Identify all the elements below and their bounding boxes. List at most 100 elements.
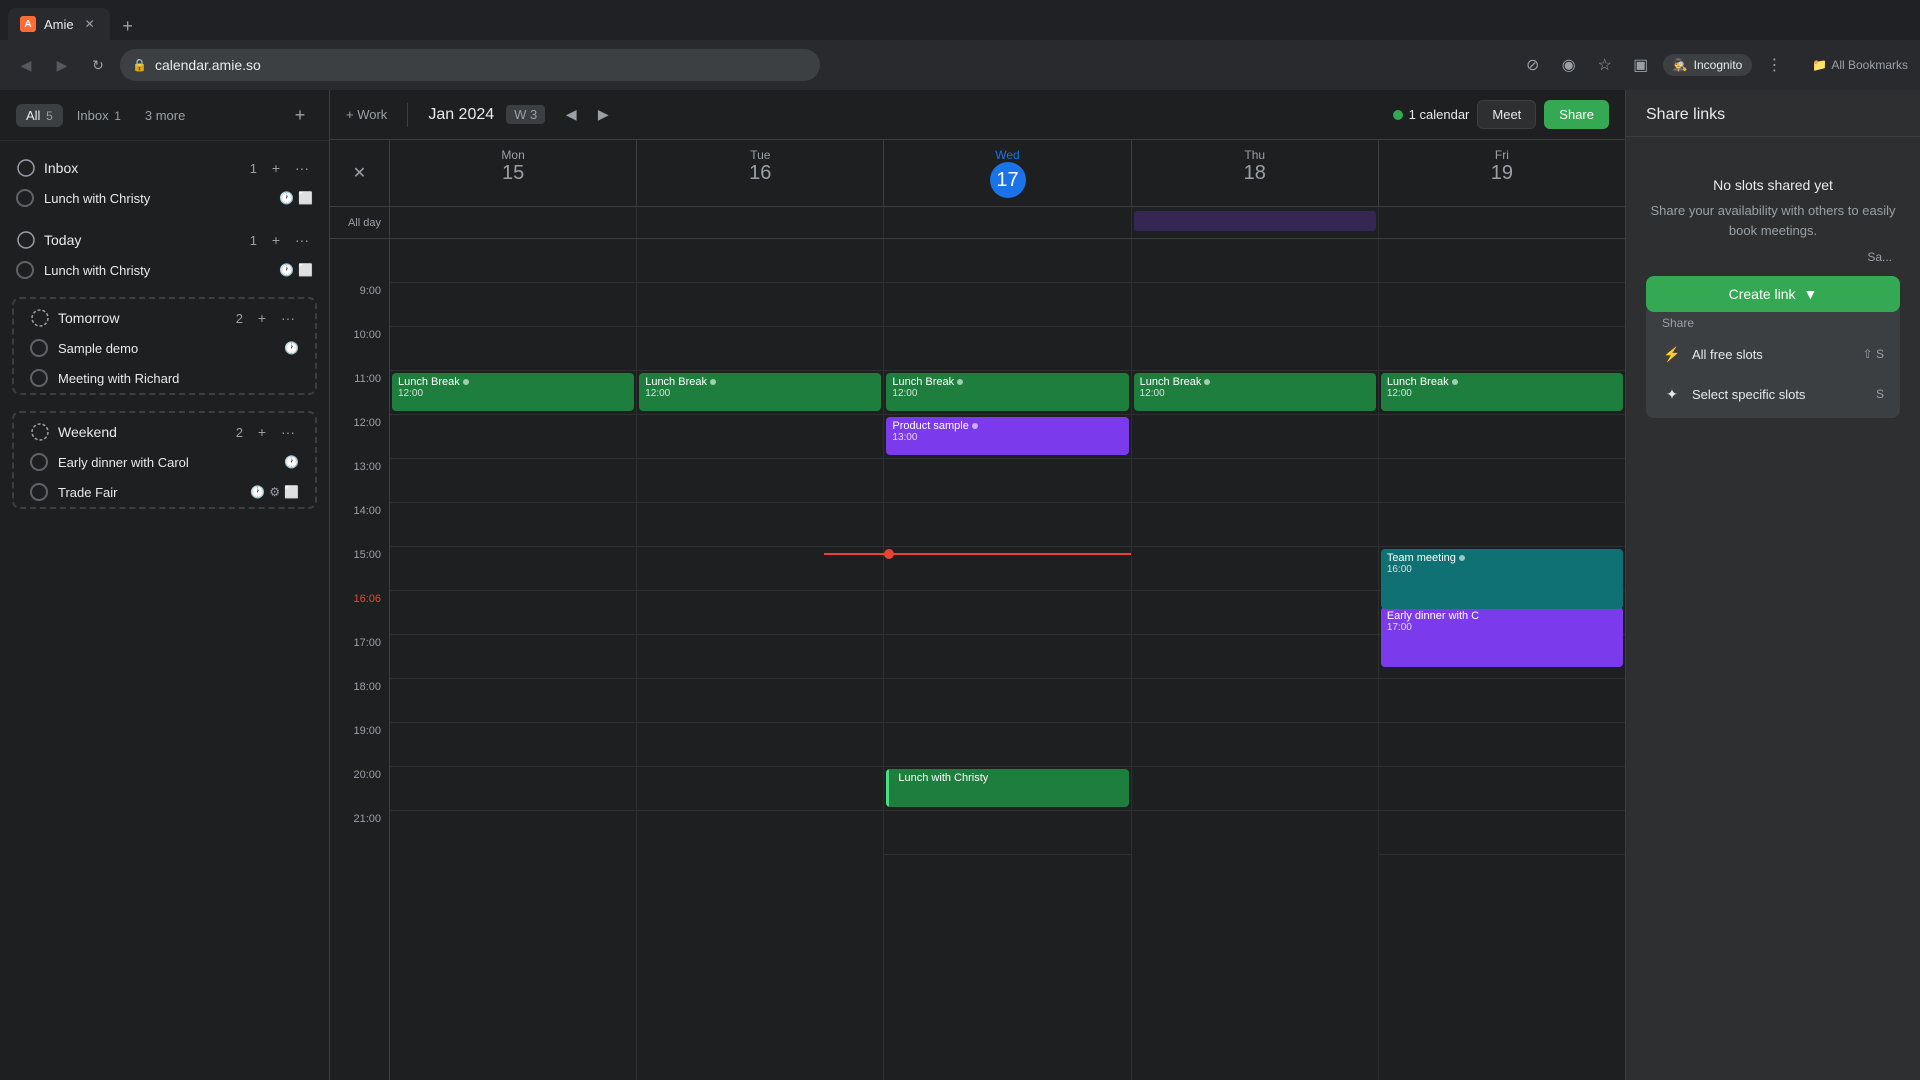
inbox-add-button[interactable]: + [265, 157, 287, 179]
weekend-more-button[interactable]: ··· [277, 421, 299, 443]
task-checkbox-trade-fair[interactable] [30, 483, 48, 501]
task-checkbox-meeting-richard[interactable] [30, 369, 48, 387]
time-20: 20:00 [330, 767, 389, 811]
tomorrow-more-button[interactable]: ··· [277, 307, 299, 329]
event-lunch-christy-wed[interactable]: Lunch with Christy [886, 769, 1128, 807]
camera-icon[interactable]: ◉ [1555, 51, 1583, 79]
close-work-section-button[interactable]: ✕ [353, 163, 366, 183]
incognito-badge[interactable]: 🕵 Incognito [1663, 54, 1753, 76]
sidebar-add-button[interactable]: + [287, 102, 313, 128]
sidebar-tab-inbox[interactable]: Inbox 1 [67, 104, 131, 127]
today-add-button[interactable]: + [265, 229, 287, 251]
event-team-meeting[interactable]: Team meeting 16:00 [1381, 549, 1623, 609]
active-tab[interactable]: A Amie ✕ [8, 8, 110, 40]
weekend-add-button[interactable]: + [251, 421, 273, 443]
day-column-fri[interactable]: Lunch Break 12:00 Team meeting 16:00 [1379, 239, 1625, 1080]
event-time-lunch-break-wed: 12:00 [892, 388, 1122, 399]
event-lunch-break-tue[interactable]: Lunch Break 12:00 [639, 373, 881, 411]
event-lunch-break-thu[interactable]: Lunch Break 12:00 [1134, 373, 1376, 411]
event-product-sample[interactable]: Product sample 13:00 [886, 417, 1128, 455]
tomorrow-add-button[interactable]: + [251, 307, 273, 329]
time-labels: 9:00 10:00 11:00 12:00 13:00 14:00 15:00… [330, 239, 390, 1080]
all-day-text: All day [348, 217, 381, 229]
share-option-specific-shortcut: S [1876, 387, 1884, 401]
address-bar[interactable]: 🔒 calendar.amie.so [120, 49, 820, 81]
task-icons-sample-demo: 🕐 [284, 341, 299, 355]
share-panel-title: Share links [1626, 90, 1920, 137]
day-column-wed[interactable]: Lunch Break 12:00 Product sample 13:00 [884, 239, 1131, 1080]
forward-button[interactable]: ▶ [48, 51, 76, 79]
cast-icon[interactable]: ⊘ [1519, 51, 1547, 79]
day-name-thu: Thu [1136, 148, 1374, 162]
share-option-specific[interactable]: ✦ Select specific slots S [1646, 374, 1900, 414]
tab-bar: A Amie ✕ + [0, 0, 1920, 40]
refresh-button[interactable]: ↻ [84, 51, 112, 79]
task-checkbox-today-lunch[interactable] [16, 261, 34, 279]
bookmarks-folder-icon: 📁 [1812, 58, 1827, 72]
sidebar-tabs: All 5 Inbox 1 3 more [16, 104, 279, 127]
tomorrow-section-header[interactable]: Tomorrow 2 + ··· [14, 299, 315, 333]
event-early-dinner-fri[interactable]: Early dinner with C 17:00 [1381, 607, 1623, 667]
task-name-sample-demo: Sample demo [58, 341, 274, 356]
all-day-cell-wed [884, 207, 1131, 238]
task-lunch-christy-today[interactable]: Lunch with Christy 🕐 ⬜ [0, 255, 329, 285]
day-name-mon: Mon [394, 148, 632, 162]
day-column-thu[interactable]: Lunch Break 12:00 [1132, 239, 1379, 1080]
time-15: 15:00 [330, 547, 389, 591]
share-option-all-free[interactable]: ⚡ All free slots ⇧ S [1646, 334, 1900, 374]
task-checkbox-inbox-lunch[interactable] [16, 189, 34, 207]
event-lunch-break-wed[interactable]: Lunch Break 12:00 [886, 373, 1128, 411]
day-column-mon[interactable]: Lunch Break 12:00 [390, 239, 637, 1080]
event-title-lunch-break-fri: Lunch Break [1387, 376, 1617, 388]
task-checkbox-sample-demo[interactable] [30, 339, 48, 357]
sidebar-tab-more[interactable]: 3 more [135, 104, 195, 127]
task-lunch-christy-inbox[interactable]: Lunch with Christy 🕐 ⬜ [0, 183, 329, 213]
menu-button[interactable]: ⋮ [1760, 51, 1788, 79]
day-column-tue[interactable]: Lunch Break 12:00 [637, 239, 884, 1080]
clock-icon-inbox: 🕐 [279, 191, 294, 205]
header-corner: ✕ [330, 140, 390, 206]
day-header-mon: Mon 15 [390, 140, 637, 206]
event-time-lunch-break-thu: 12:00 [1140, 388, 1370, 399]
bookmarks-bar: 📁 All Bookmarks [1812, 58, 1908, 72]
tab-inbox-count: 1 [114, 109, 121, 123]
event-lunch-break-mon[interactable]: Lunch Break 12:00 [392, 373, 634, 411]
share-button[interactable]: Share [1544, 100, 1609, 129]
meet-button[interactable]: Meet [1477, 100, 1536, 129]
weekend-section-header[interactable]: Weekend 2 + ··· [14, 413, 315, 447]
calendar-count-label: 1 calendar [1409, 107, 1470, 122]
time-10: 10:00 [330, 327, 389, 371]
all-day-cells [390, 207, 1625, 238]
url-text: calendar.amie.so [155, 57, 261, 73]
event-lunch-break-fri[interactable]: Lunch Break 12:00 [1381, 373, 1623, 411]
task-trade-fair[interactable]: Trade Fair 🕐 ⚙ ⬜ [14, 477, 315, 507]
task-checkbox-early-dinner[interactable] [30, 453, 48, 471]
sidebar-toggle[interactable]: ▣ [1627, 51, 1655, 79]
tab-more-label: 3 more [145, 108, 185, 123]
thu-allday-event[interactable] [1134, 211, 1376, 231]
inbox-more-button[interactable]: ··· [291, 157, 313, 179]
share-panel: Share links No slots shared yet Share yo… [1625, 90, 1920, 1080]
tab-close-button[interactable]: ✕ [82, 16, 98, 32]
create-link-button[interactable]: Create link ▼ [1646, 276, 1900, 312]
task-meeting-richard[interactable]: Meeting with Richard [14, 363, 315, 393]
task-sample-demo[interactable]: Sample demo 🕐 [14, 333, 315, 363]
prev-week-button[interactable]: ◀ [557, 101, 585, 129]
add-time-label[interactable]: + Work [346, 107, 387, 122]
star-icon[interactable]: ☆ [1591, 51, 1619, 79]
next-week-button[interactable]: ▶ [589, 101, 617, 129]
today-section-header[interactable]: Today 1 + ··· [0, 221, 329, 255]
task-early-dinner-carol[interactable]: Early dinner with Carol 🕐 [14, 447, 315, 477]
tomorrow-section-count: 2 [236, 311, 243, 326]
event-title-early-dinner-fri: Early dinner with C [1387, 610, 1617, 622]
clock-icon-early-dinner: 🕐 [284, 455, 299, 469]
today-more-button[interactable]: ··· [291, 229, 313, 251]
event-time-product-sample: 13:00 [892, 432, 1122, 443]
sparkle-icon: ✦ [1662, 384, 1682, 404]
new-tab-button[interactable]: + [114, 12, 142, 40]
inbox-section-header[interactable]: Inbox 1 + ··· [0, 149, 329, 183]
sidebar-tab-all[interactable]: All 5 [16, 104, 63, 127]
event-time-early-dinner-fri: 17:00 [1387, 622, 1617, 633]
back-button[interactable]: ◀ [12, 51, 40, 79]
tab-all-count: 5 [46, 109, 53, 123]
